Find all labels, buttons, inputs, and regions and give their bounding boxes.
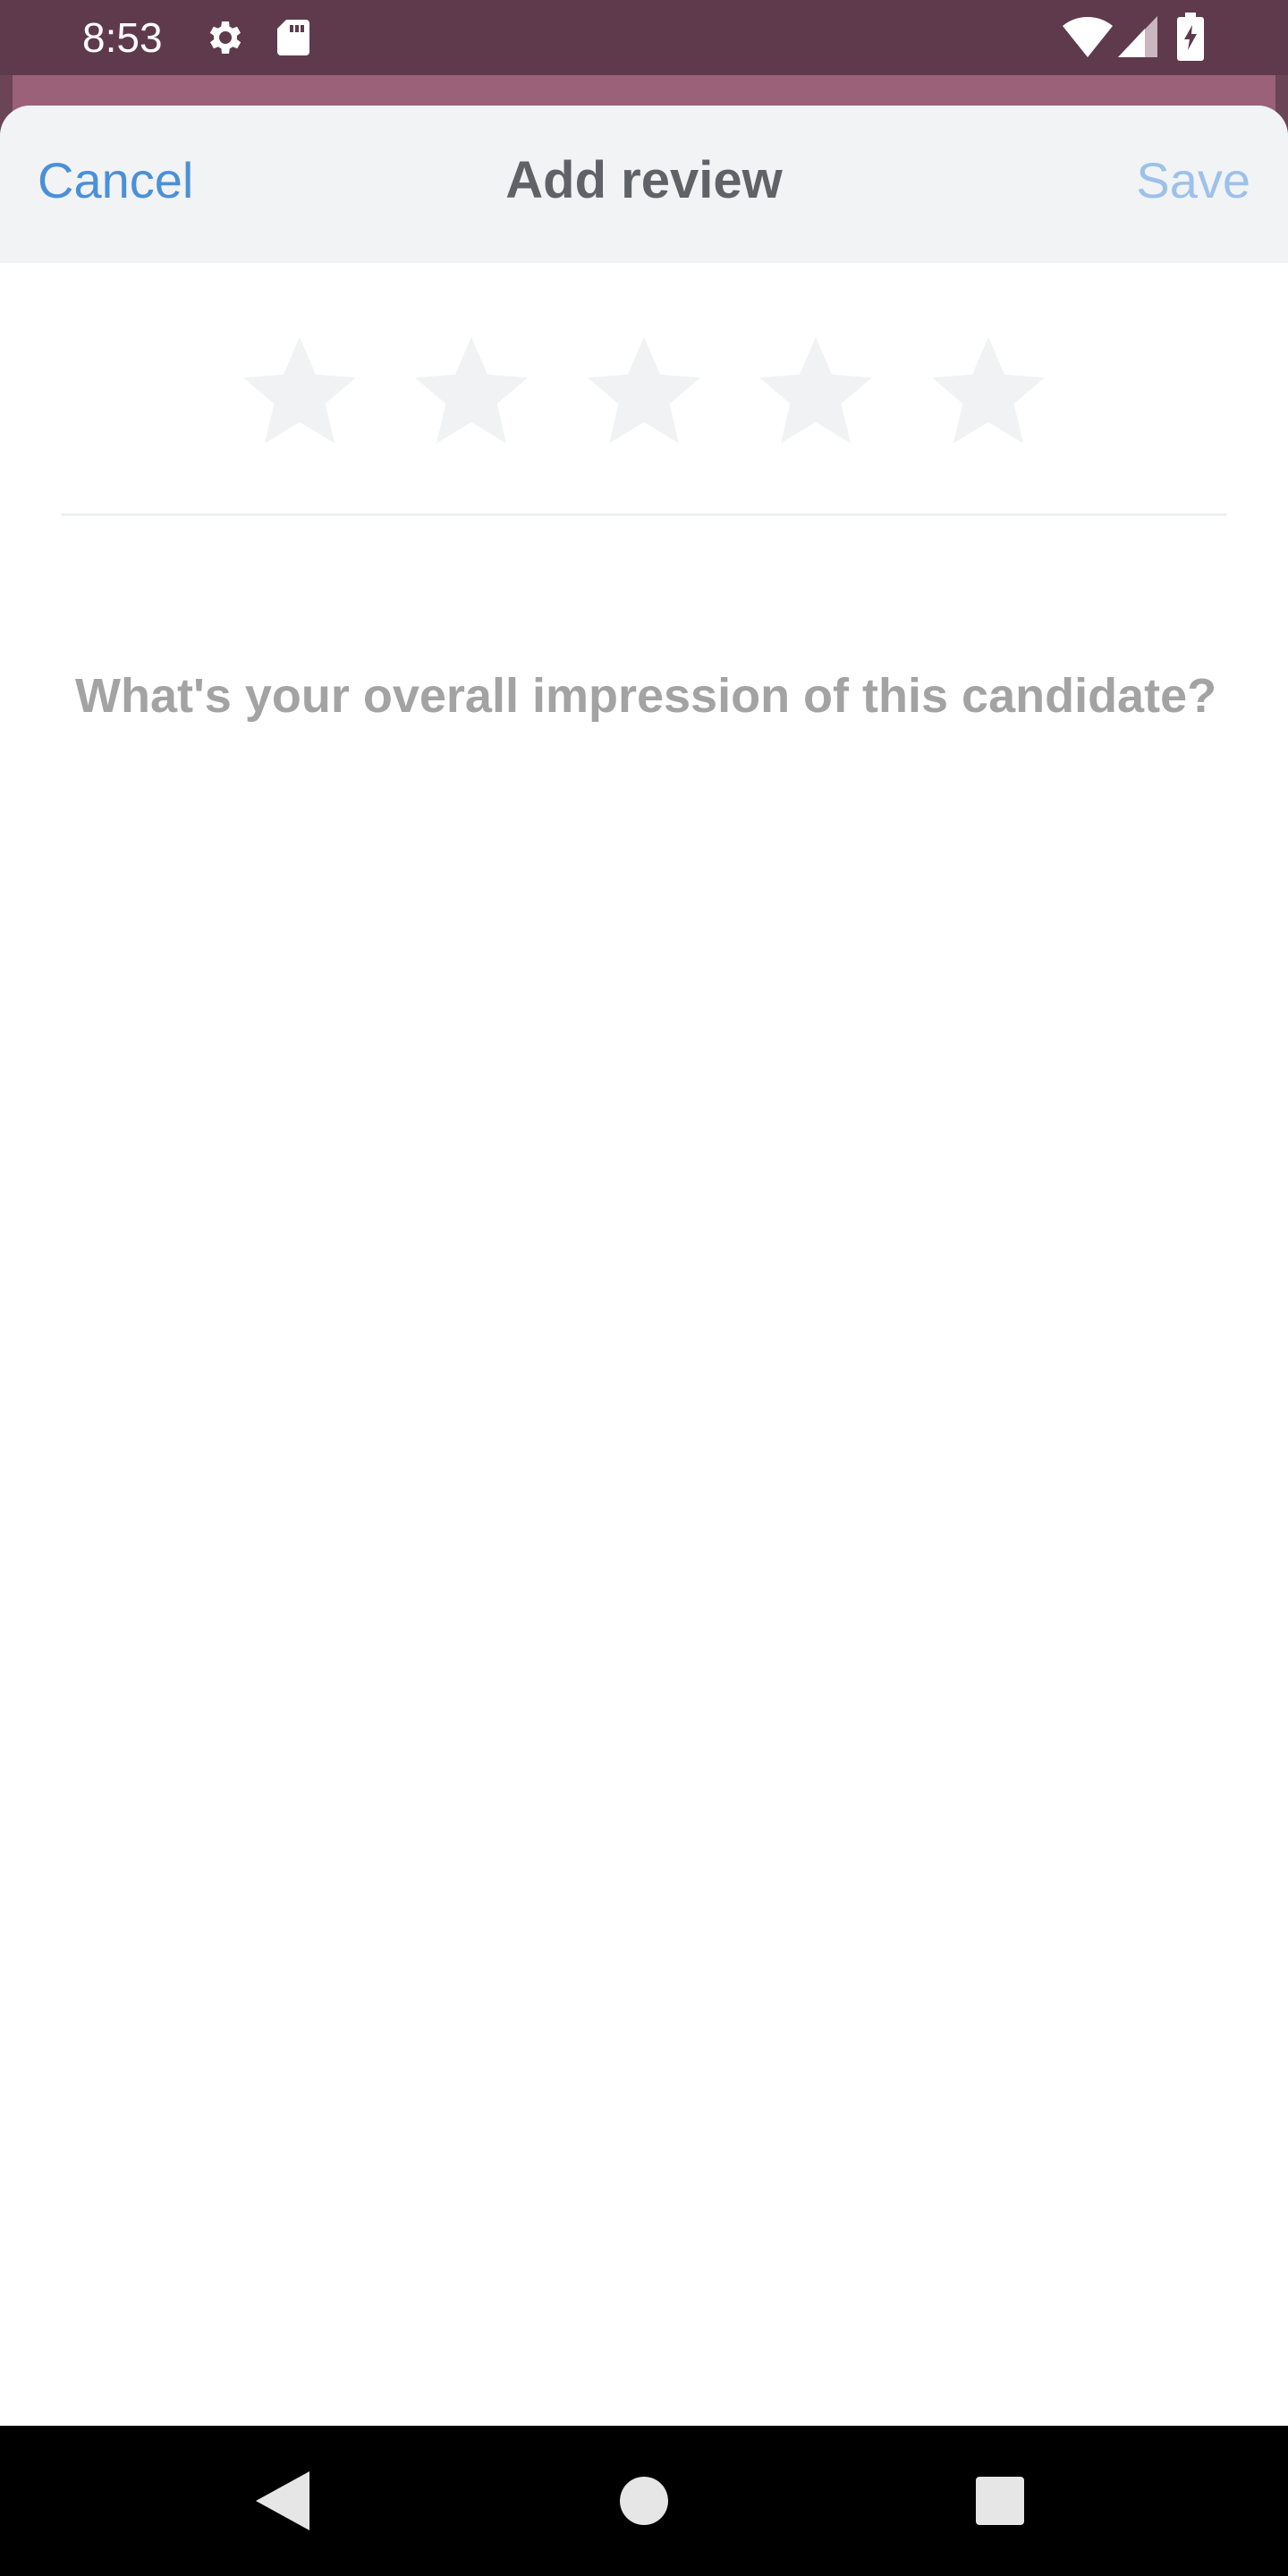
settings-icon (202, 16, 245, 64)
star-2-icon[interactable] (409, 329, 534, 454)
status-time: 8:53 (82, 14, 163, 61)
sd-card-icon (274, 16, 313, 64)
battery-charging-icon (1177, 13, 1204, 65)
home-icon[interactable] (572, 2426, 716, 2576)
star-rating (237, 329, 1051, 454)
review-text-input[interactable] (75, 660, 1229, 2360)
wifi-icon (1063, 16, 1113, 62)
sheet-header: Cancel Add review Save (0, 106, 1288, 263)
save-button[interactable]: Save (1136, 148, 1250, 213)
status-bar: 8:53 (0, 0, 1288, 75)
star-4-icon[interactable] (753, 329, 878, 454)
divider (61, 513, 1227, 516)
back-icon[interactable] (211, 2426, 354, 2576)
star-5-icon[interactable] (926, 329, 1051, 454)
page-title: Add review (505, 151, 783, 209)
star-1-icon[interactable] (237, 329, 362, 454)
system-nav-bar (0, 2426, 1288, 2576)
add-review-sheet: Cancel Add review Save (0, 106, 1288, 2426)
recents-icon[interactable] (928, 2426, 1072, 2576)
cell-signal-icon (1118, 16, 1157, 62)
star-3-icon[interactable] (581, 329, 707, 454)
